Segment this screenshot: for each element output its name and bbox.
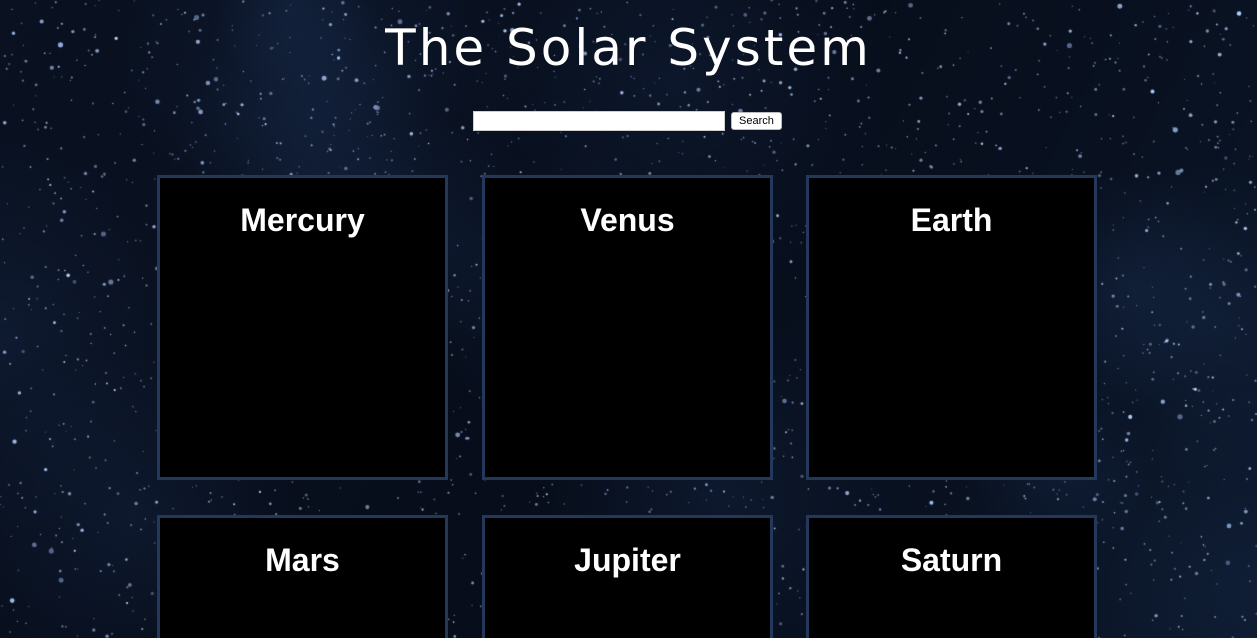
- planet-card-venus[interactable]: Venus: [482, 175, 773, 480]
- planet-card-jupiter[interactable]: Jupiter: [482, 515, 773, 638]
- search-button[interactable]: Search: [731, 112, 782, 130]
- planet-name: Jupiter: [574, 542, 681, 578]
- planet-card-saturn[interactable]: Saturn: [806, 515, 1097, 638]
- page-title: The Solar System: [385, 19, 872, 77]
- page: The Solar System Search Mercury Venus Ea…: [0, 0, 1257, 638]
- planet-card-mars[interactable]: Mars: [157, 515, 448, 638]
- planet-name: Saturn: [900, 542, 1003, 578]
- planet-name: Venus: [580, 202, 675, 238]
- search-bar: Search: [473, 111, 782, 131]
- planet-name: Mars: [265, 542, 340, 578]
- planet-card-earth[interactable]: Earth: [806, 175, 1097, 480]
- planet-card-mercury[interactable]: Mercury: [157, 175, 448, 480]
- planet-name: Mercury: [240, 202, 365, 238]
- planet-name: Earth: [910, 202, 993, 238]
- search-input[interactable]: [473, 111, 725, 131]
